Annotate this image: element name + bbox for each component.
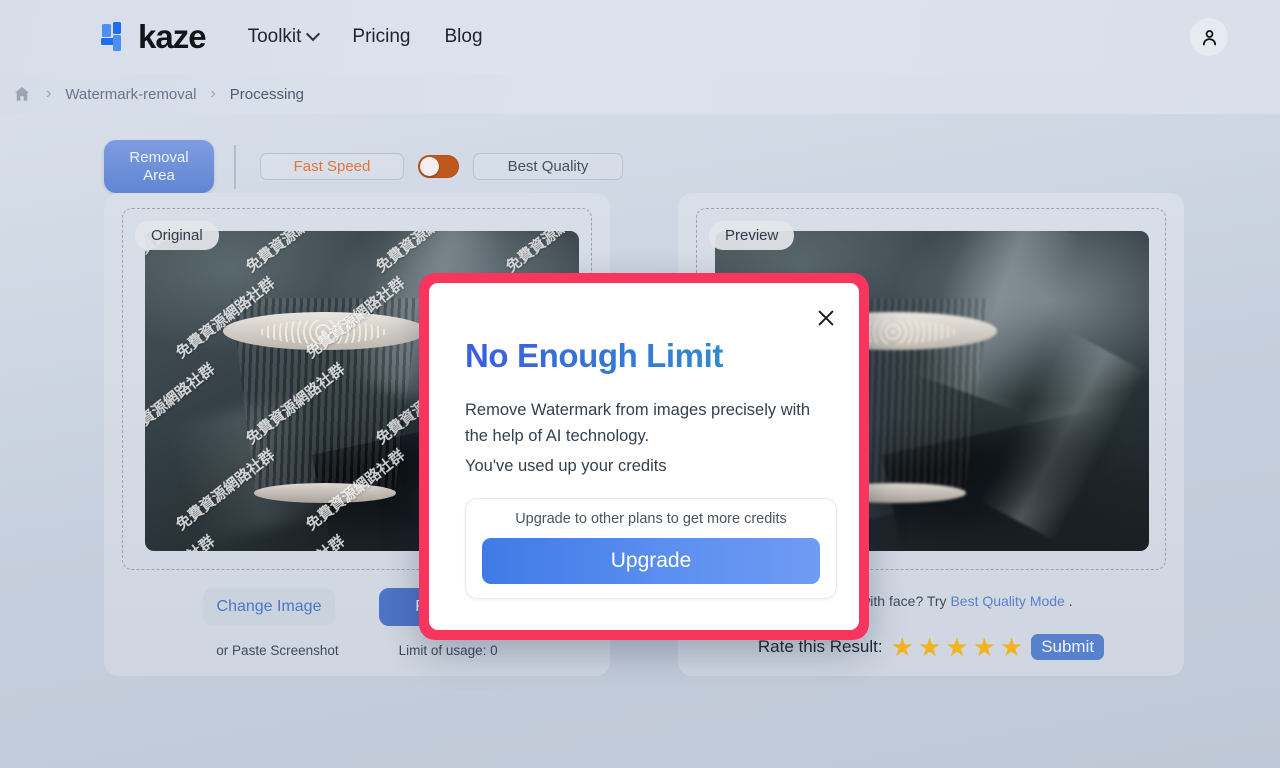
no-enough-limit-modal: No Enough Limit Remove Watermark from im… (419, 273, 869, 640)
fast-speed-option[interactable]: Fast Speed (260, 153, 404, 180)
best-quality-option[interactable]: Best Quality (473, 153, 623, 180)
close-glyph (818, 310, 834, 326)
main-nav: Toolkit Pricing Blog (248, 26, 483, 48)
modal-content: No Enough Limit Remove Watermark from im… (429, 283, 859, 630)
avatar[interactable] (1190, 18, 1228, 56)
modal-description: Remove Watermark from images precisely w… (465, 401, 811, 445)
user-icon (1202, 29, 1216, 45)
nav-item-blog[interactable]: Blog (445, 26, 483, 48)
home-icon[interactable] (12, 84, 32, 104)
star-4[interactable]: ★ (973, 634, 996, 660)
nav-label-blog: Blog (444, 26, 483, 47)
star-1[interactable]: ★ (891, 634, 914, 660)
kaze-logo-icon (100, 20, 134, 54)
nav-item-pricing[interactable]: Pricing (352, 26, 410, 48)
logo[interactable]: kaze (100, 18, 207, 56)
close-icon[interactable] (813, 305, 839, 331)
speed-quality-toggle[interactable] (418, 155, 459, 178)
original-badge: Original (135, 221, 219, 250)
nav-label-pricing: Pricing (352, 26, 411, 47)
chevron-down-icon (306, 27, 321, 42)
preview-note-suffix: . (1064, 593, 1073, 609)
paste-screenshot-hint: or Paste Screenshot (216, 643, 339, 658)
brand-name: kaze (138, 18, 207, 55)
best-quality-mode-link[interactable]: Best Quality Mode (950, 593, 1064, 609)
breadcrumb: › Watermark-removal › Processing (0, 74, 1280, 114)
preview-badge: Preview (709, 221, 795, 250)
site-header: kaze Toolkit Pricing Blog (0, 0, 1280, 74)
coffee-cup (223, 298, 428, 503)
upgrade-caption: Upgrade to other plans to get more credi… (515, 511, 787, 527)
submit-rating-button[interactable]: Submit (1031, 634, 1105, 660)
modal-credits-note: You've used up your credits (465, 457, 667, 475)
breadcrumb-item-processing: Processing (229, 85, 304, 103)
star-2[interactable]: ★ (918, 634, 941, 660)
toolbar-divider (234, 144, 236, 189)
removal-area-label-line2: Area (143, 166, 175, 184)
modal-title: No Enough Limit (465, 337, 823, 375)
breadcrumb-item-watermark-removal[interactable]: Watermark-removal (65, 86, 196, 103)
rate-label: Rate this Result: (757, 637, 883, 656)
breadcrumb-separator-2: › (210, 85, 216, 102)
upgrade-card: Upgrade to other plans to get more credi… (465, 498, 837, 599)
change-image-button[interactable]: Change Image (203, 588, 335, 626)
limit-of-usage-hint: Limit of usage: 0 (398, 643, 498, 658)
star-5[interactable]: ★ (1000, 634, 1023, 660)
star-rating[interactable]: ★ ★ ★ ★ ★ (891, 634, 1024, 660)
upgrade-button[interactable]: Upgrade (482, 538, 820, 584)
home-glyph (15, 87, 29, 101)
nav-item-toolkit[interactable]: Toolkit (247, 26, 321, 48)
removal-area-button[interactable]: Removal Area (104, 140, 214, 193)
removal-area-label-line1: Removal (129, 148, 189, 166)
editor-toolbar: Removal Area Fast Speed Best Quality (104, 140, 623, 193)
nav-label-toolkit: Toolkit (247, 26, 302, 47)
breadcrumb-separator-1: › (46, 85, 52, 102)
star-3[interactable]: ★ (945, 634, 968, 660)
toggle-knob (420, 157, 439, 176)
